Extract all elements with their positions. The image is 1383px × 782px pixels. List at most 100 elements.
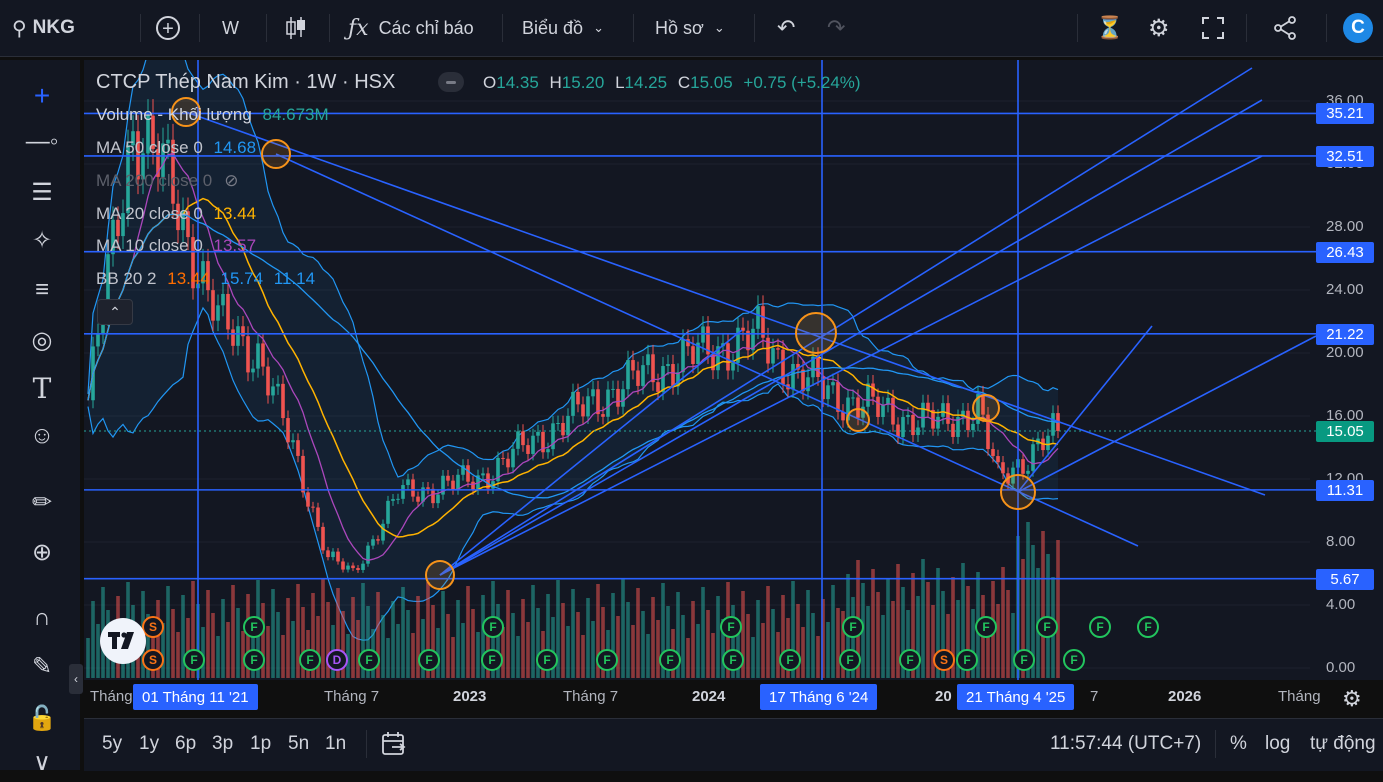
auto-scale-button[interactable]: tự động bbox=[1310, 719, 1376, 769]
collapse-legend-button[interactable]: ⌃ bbox=[97, 299, 133, 325]
ma200-legend[interactable]: MA 200 close 0 ⊘ bbox=[96, 171, 239, 191]
range-1m-button[interactable]: 1p bbox=[250, 719, 271, 769]
financial-event-badge[interactable]: F bbox=[899, 649, 921, 671]
financial-event-badge[interactable]: F bbox=[482, 616, 504, 638]
indicators-button[interactable]: ƒx Các chỉ báo bbox=[348, 0, 474, 56]
ma10-legend[interactable]: MA 10 close 0 13.57 bbox=[96, 236, 256, 256]
financial-event-badge[interactable]: F bbox=[722, 649, 744, 671]
icon-tool[interactable]: ☺ bbox=[22, 416, 62, 456]
log-scale-button[interactable]: log bbox=[1265, 719, 1290, 769]
clock-timezone[interactable]: 11:57:44 (UTC+7) bbox=[1050, 719, 1201, 769]
legend-toggle-button[interactable] bbox=[438, 72, 464, 92]
price-tick: 0.00 bbox=[1326, 659, 1356, 676]
range-5y-button[interactable]: 5y bbox=[102, 719, 122, 769]
financial-event-badge[interactable]: F bbox=[1089, 616, 1111, 638]
undo-button[interactable]: ↶ bbox=[777, 0, 795, 56]
price-chart[interactable] bbox=[84, 60, 1383, 680]
logo-badge: C bbox=[1343, 13, 1373, 43]
candle-body bbox=[416, 496, 420, 502]
volume-bar bbox=[811, 613, 815, 678]
range-1d-button[interactable]: 1n bbox=[325, 719, 346, 769]
split-event-badge[interactable]: S bbox=[142, 649, 164, 671]
tradingview-logo[interactable] bbox=[100, 618, 146, 664]
ma50-value: 14.68 bbox=[213, 138, 257, 157]
financial-event-badge[interactable]: F bbox=[243, 649, 265, 671]
financial-event-badge[interactable]: F bbox=[1063, 649, 1085, 671]
fullscreen-button[interactable] bbox=[1201, 0, 1225, 56]
range-6m-button[interactable]: 6p bbox=[175, 719, 196, 769]
financial-event-badge[interactable]: F bbox=[418, 649, 440, 671]
financial-event-badge[interactable]: F bbox=[358, 649, 380, 671]
financial-event-badge[interactable]: F bbox=[956, 649, 978, 671]
fib-tool[interactable]: ☰ bbox=[22, 172, 62, 212]
bb-legend[interactable]: BB 20 2 13.44 15.74 11.14 bbox=[96, 269, 315, 289]
drawing-toolbar: + —◦ ☰ ✧ ≡ ◎ T ☺ ✏ ⊕ ∩ ✎ 🔓 ∨ ‹ bbox=[0, 60, 83, 776]
financial-event-badge[interactable]: F bbox=[481, 649, 503, 671]
magnet-tool[interactable]: ∩ bbox=[22, 598, 62, 638]
financial-event-badge[interactable]: F bbox=[536, 649, 558, 671]
chart-style-button[interactable] bbox=[284, 0, 308, 56]
financial-event-badge[interactable]: F bbox=[720, 616, 742, 638]
dividend-event-badge[interactable]: D bbox=[326, 649, 348, 671]
prediction-tool[interactable]: ≡ bbox=[22, 270, 62, 310]
text-tool[interactable]: T bbox=[22, 368, 62, 408]
hide-drawings[interactable]: ∨ bbox=[22, 742, 62, 782]
volume-bar bbox=[391, 601, 395, 678]
financial-event-badge[interactable]: F bbox=[183, 649, 205, 671]
range-1y-button[interactable]: 1y bbox=[139, 719, 159, 769]
range-3m-button[interactable]: 3p bbox=[212, 719, 233, 769]
volume-legend[interactable]: Volume - Khối lượng 84.673M bbox=[96, 105, 329, 125]
candle-body bbox=[951, 423, 955, 437]
eye-crossed-icon[interactable]: ⊘ bbox=[224, 171, 238, 190]
financial-event-badge[interactable]: F bbox=[1137, 616, 1159, 638]
app-logo[interactable]: C bbox=[1343, 0, 1373, 56]
financial-event-badge[interactable]: F bbox=[975, 616, 997, 638]
zoom-in-tool[interactable]: ⊕ bbox=[22, 532, 62, 572]
add-symbol-button[interactable]: + bbox=[153, 0, 183, 56]
financial-event-badge[interactable]: F bbox=[842, 616, 864, 638]
ma20-legend[interactable]: MA 20 close 0 13.44 bbox=[96, 204, 256, 224]
financial-event-badge[interactable]: F bbox=[1013, 649, 1035, 671]
volume-bar bbox=[211, 613, 215, 678]
candle-body bbox=[791, 363, 795, 390]
split-event-badge[interactable]: S bbox=[933, 649, 955, 671]
collapse-toolbar-button[interactable]: ‹ bbox=[69, 664, 83, 694]
go-to-date-button[interactable] bbox=[380, 719, 408, 769]
financial-event-badge[interactable]: F bbox=[596, 649, 618, 671]
chart-menu-button[interactable]: Biểu đồ ⌄ bbox=[522, 0, 604, 56]
alert-button[interactable]: ⏳ bbox=[1096, 0, 1123, 56]
share-button[interactable] bbox=[1272, 0, 1298, 56]
candle-body bbox=[456, 474, 460, 490]
stay-in-drawing-mode[interactable]: ✎ bbox=[22, 646, 62, 686]
symbol-search[interactable]: ⚲ NKG bbox=[12, 0, 75, 56]
interval-button[interactable]: W bbox=[222, 0, 239, 56]
financial-event-badge[interactable]: F bbox=[1036, 616, 1058, 638]
price-level-box: 15.05 bbox=[1316, 420, 1374, 442]
crosshair-tool[interactable]: + bbox=[22, 76, 62, 116]
financial-event-badge[interactable]: F bbox=[779, 649, 801, 671]
pattern-tool[interactable]: ✧ bbox=[22, 220, 62, 260]
chart-pane[interactable] bbox=[84, 60, 1383, 680]
lock-drawings[interactable]: 🔓 bbox=[22, 698, 62, 738]
settings-button[interactable]: ⚙ bbox=[1148, 0, 1170, 56]
percent-scale-button[interactable]: % bbox=[1230, 719, 1247, 769]
financial-event-badge[interactable]: F bbox=[299, 649, 321, 671]
profile-menu-button[interactable]: Hồ sơ ⌄ bbox=[655, 0, 725, 56]
volume-bar bbox=[641, 611, 645, 678]
redo-button[interactable]: ↷ bbox=[827, 0, 845, 56]
volume-bar bbox=[621, 579, 625, 678]
candle-body bbox=[991, 449, 995, 457]
volume-bar bbox=[866, 606, 870, 678]
financial-event-badge[interactable]: F bbox=[243, 616, 265, 638]
axis-settings-button[interactable]: ⚙ bbox=[1342, 686, 1362, 712]
range-5d-button[interactable]: 5n bbox=[288, 719, 309, 769]
ma50-legend[interactable]: MA 50 close 0 14.68 bbox=[96, 138, 256, 158]
geometric-shapes-tool[interactable]: ◎ bbox=[22, 320, 62, 360]
financial-event-badge[interactable]: F bbox=[659, 649, 681, 671]
separator bbox=[754, 14, 755, 42]
measure-tool[interactable]: ✏ bbox=[22, 482, 62, 522]
volume-bar bbox=[221, 599, 225, 678]
highlight-circle bbox=[425, 560, 455, 590]
trend-line-tool[interactable]: —◦ bbox=[22, 122, 62, 162]
financial-event-badge[interactable]: F bbox=[839, 649, 861, 671]
